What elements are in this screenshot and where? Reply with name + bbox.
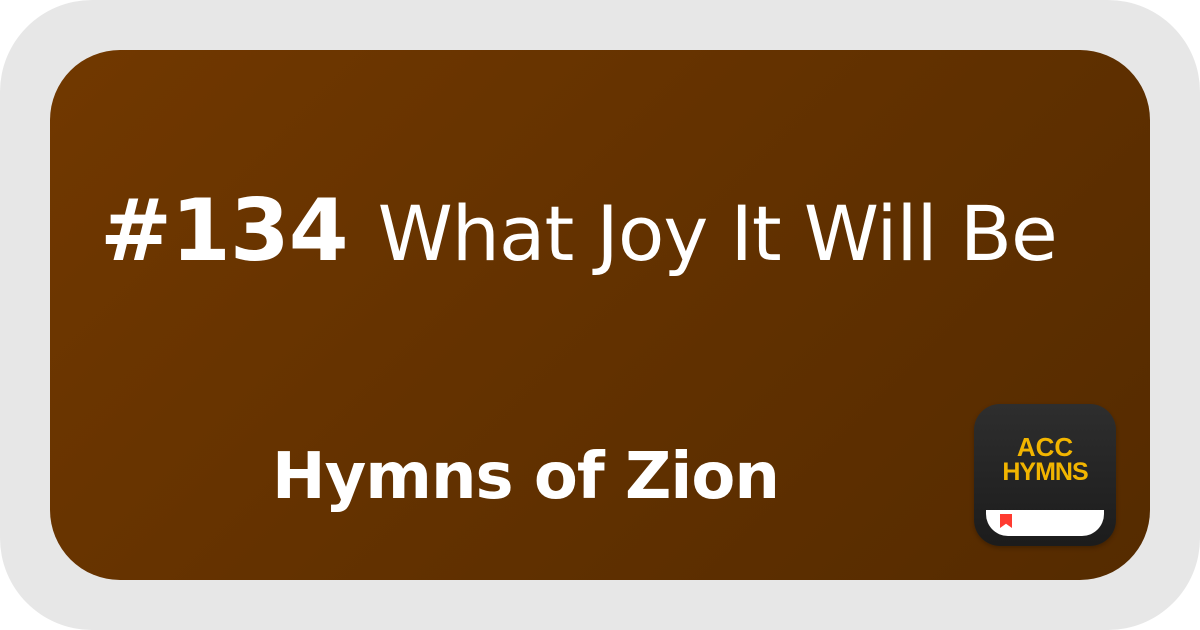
hymn-number: #134	[100, 181, 349, 281]
hymn-title: What Joy It Will Be	[377, 189, 1058, 278]
hymnal-name: Hymns of Zion	[272, 440, 780, 514]
acc-hymns-app-icon: ACC HYMNS	[974, 404, 1116, 546]
hymn-title-row: #134 What Joy It Will Be	[100, 181, 1058, 308]
app-icon-label-line1: ACC	[1016, 432, 1074, 462]
outer-frame: #134 What Joy It Will Be Hymns of Zion A…	[0, 0, 1200, 630]
app-icon-label-line2: HYMNS	[1002, 458, 1088, 486]
